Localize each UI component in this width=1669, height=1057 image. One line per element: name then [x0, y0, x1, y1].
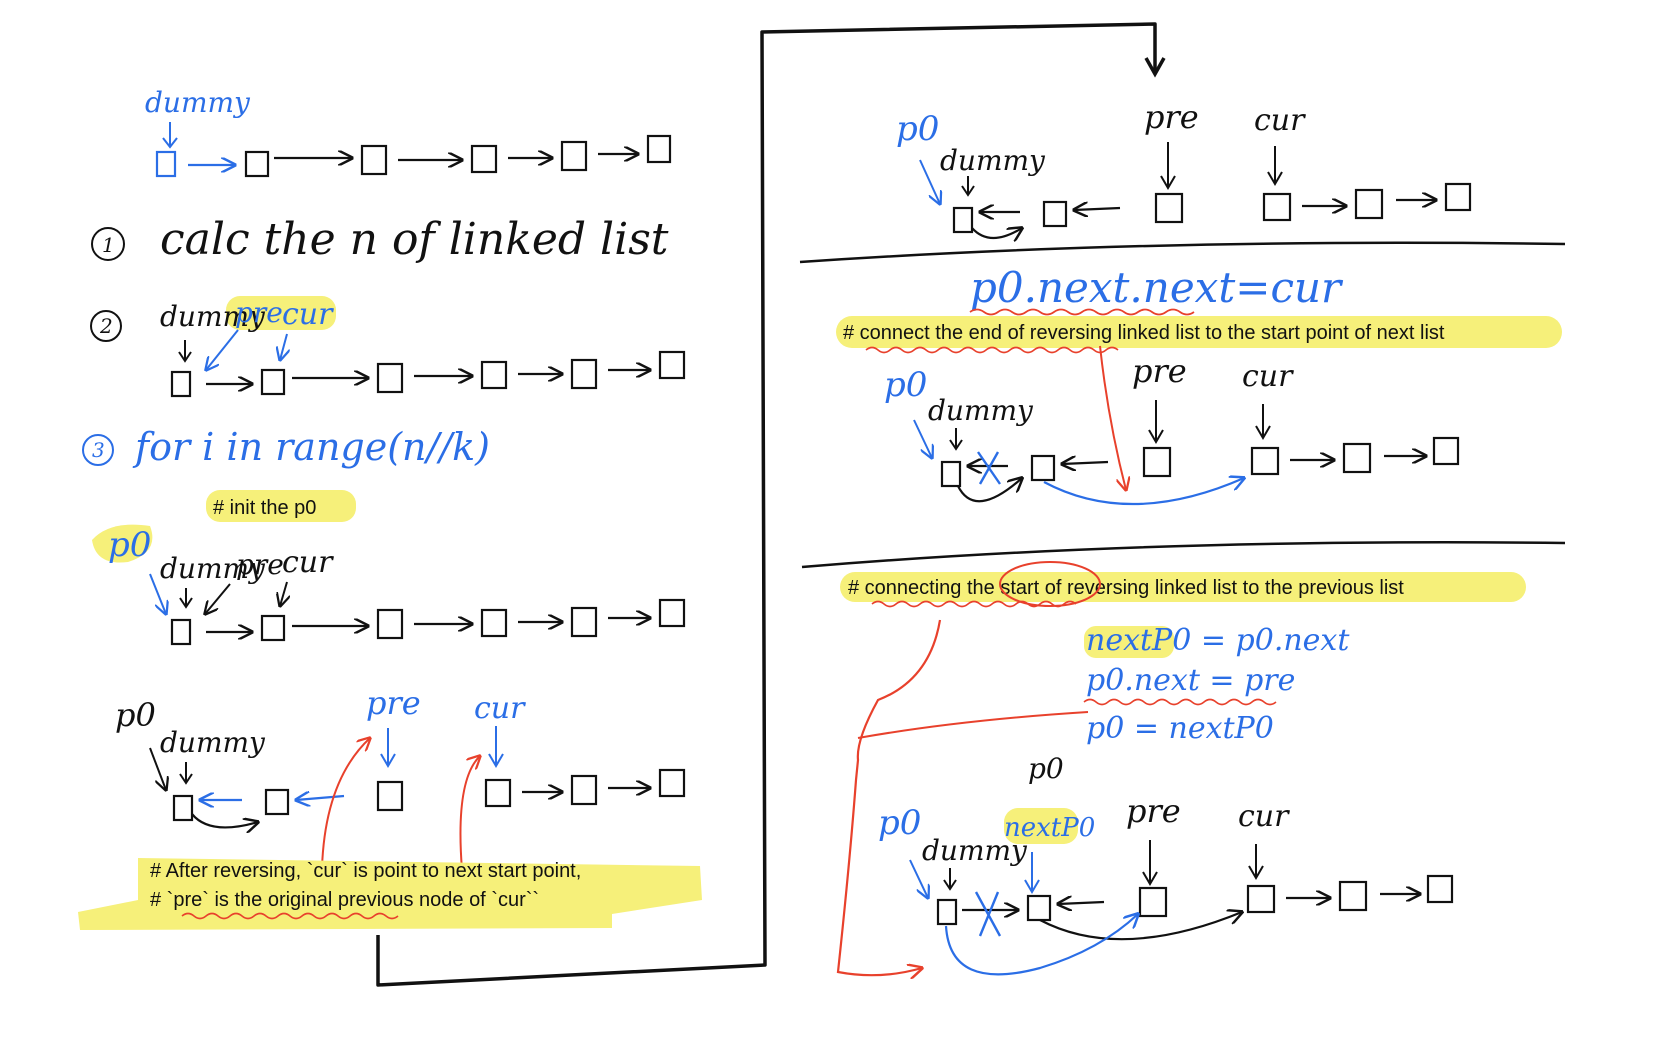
code-block-p0-update: nextP0 = p0.next p0.next = pre p0 = next…	[1083, 623, 1350, 746]
dummy-label: dummy	[940, 144, 1046, 177]
diagram-initial-list: dummy	[145, 86, 672, 178]
cur-label: cur	[1238, 799, 1290, 834]
red-annotation-to-code	[857, 711, 1089, 739]
panel-2-state: p0 dummy pre cur	[884, 345, 1460, 506]
dummy-label: dummy	[928, 394, 1034, 427]
pre-label: pre	[235, 296, 283, 329]
note-connect-start: # connecting the start of reversing link…	[840, 561, 1526, 608]
step-2: 2 dummy pre cur	[90, 296, 686, 398]
cur-label: cur	[1242, 359, 1294, 394]
step-1-number: 1	[102, 233, 115, 257]
step-3-code: for i in range(n//k)	[132, 425, 490, 469]
code-p0-next-next: p0.next.next=cur	[969, 263, 1344, 316]
code-line: p0.next.next=cur	[970, 263, 1344, 312]
p0-label: p0	[878, 803, 921, 843]
p0-label: p0	[115, 696, 156, 734]
pre-label: pre	[1132, 352, 1187, 390]
dummy-label: dummy	[145, 86, 251, 119]
pre-label: pre	[236, 548, 284, 581]
step-1-text: calc the n of linked list	[160, 214, 669, 265]
cur-label: cur	[282, 297, 334, 332]
nextp0-label: nextP0	[1004, 813, 1095, 843]
code-line-1: nextP0 = p0.next	[1086, 623, 1350, 658]
linked-list-reverse-k-group-diagram: dummy 1 calc the n of linked list 2 dumm…	[78, 22, 1566, 987]
diagram-after-reverse: p0 dummy pre cur	[115, 684, 686, 871]
list-node-row	[244, 134, 672, 178]
note-connect-end-text: # connect the end of reversing linked li…	[843, 322, 1445, 344]
code-line-2: p0.next = pre	[1086, 663, 1295, 698]
red-annotation-connector	[836, 619, 942, 975]
cur-label: cur	[1254, 103, 1306, 138]
note-after-reversing: # After reversing, `cur` is point to nex…	[78, 858, 702, 930]
p0-label: p0	[108, 525, 151, 565]
note-connect-end: # connect the end of reversing linked li…	[836, 316, 1562, 354]
note-connect-start-text: # connecting the start of reversing link…	[848, 577, 1404, 599]
step-1: 1 calc the n of linked list	[91, 214, 669, 265]
dummy-label: dummy	[160, 726, 266, 759]
note-init-p0: # init the p0	[206, 490, 356, 522]
step-2-number: 2	[99, 314, 113, 338]
code-line-3: p0 = nextP0	[1086, 711, 1274, 746]
panel-3-state: p0 p0 dummy nextP0 pre cur	[878, 752, 1454, 976]
diagram-with-p0: p0 dummy pre cur	[92, 524, 686, 646]
cur-label: cur	[474, 691, 526, 726]
note-after-line-2: # `pre` is the original previous node of…	[150, 889, 539, 911]
panel-1-state: p0 dummy pre cur	[896, 98, 1472, 238]
cur-label: cur	[282, 545, 334, 580]
section-divider-1	[799, 241, 1566, 264]
pre-label: pre	[1144, 98, 1199, 136]
section-divider-2	[801, 541, 1566, 569]
note-after-line-1: # After reversing, `cur` is point to nex…	[150, 860, 581, 882]
p0-label: p0	[884, 365, 927, 405]
step-3-number: 3	[92, 438, 105, 462]
p0-label: p0	[896, 109, 939, 149]
p0-top-label: p0	[1028, 752, 1064, 785]
step-3: 3 for i in range(n//k)	[82, 425, 490, 469]
pre-label: pre	[1126, 792, 1181, 830]
note-init-p0-text: # init the p0	[213, 497, 316, 519]
pre-label: pre	[366, 684, 421, 722]
